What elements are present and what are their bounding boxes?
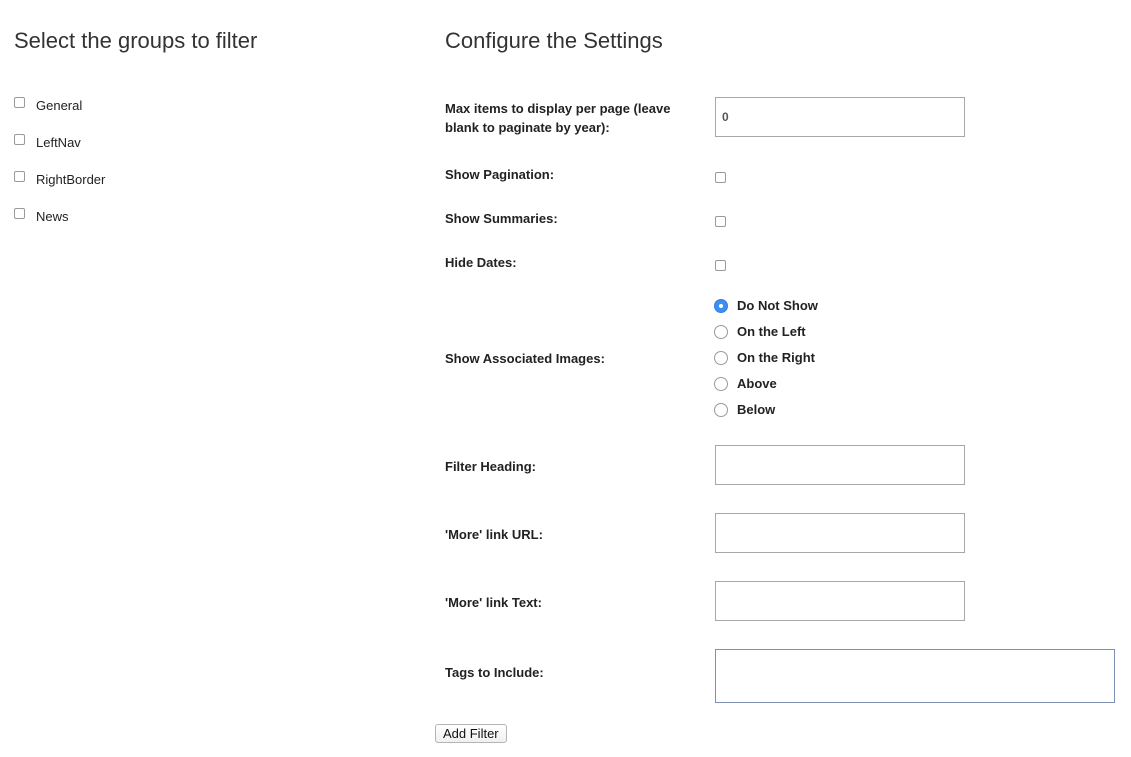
show-pagination-checkbox[interactable]: [715, 172, 726, 183]
group-checkbox-general[interactable]: [14, 97, 25, 108]
max-items-label: Max items to display per page (leave bla…: [445, 101, 671, 135]
more-link-url-input[interactable]: [715, 513, 965, 553]
group-checkbox-leftnav[interactable]: [14, 134, 25, 145]
group-label: News: [36, 209, 69, 224]
more-link-text-label: 'More' link Text:: [445, 595, 542, 610]
show-summaries-label: Show Summaries:: [445, 211, 558, 226]
radio-button[interactable]: [714, 351, 728, 365]
hide-dates-label: Hide Dates:: [445, 255, 517, 270]
groups-title: Select the groups to filter: [14, 28, 258, 53]
tags-to-include-label: Tags to Include:: [445, 665, 544, 680]
show-summaries-checkbox[interactable]: [715, 216, 726, 227]
filter-settings-page: Select the groups to filter General Left…: [0, 0, 1131, 757]
associated-images-label: Show Associated Images:: [445, 351, 605, 366]
more-link-text-input[interactable]: [715, 581, 965, 621]
radio-button[interactable]: [714, 377, 728, 391]
radio-button[interactable]: [714, 403, 728, 417]
show-pagination-label: Show Pagination:: [445, 167, 555, 182]
filter-heading-label: Filter Heading:: [445, 459, 537, 474]
group-label: LeftNav: [36, 135, 81, 150]
more-link-url-label: 'More' link URL:: [445, 527, 543, 542]
radio-button-selected[interactable]: [714, 299, 728, 313]
group-label: General: [36, 98, 83, 113]
radio-label: Below: [737, 402, 776, 417]
hide-dates-checkbox[interactable]: [715, 260, 726, 271]
radio-label: Above: [737, 376, 777, 391]
group-checkbox-news[interactable]: [14, 208, 25, 219]
settings-title: Configure the Settings: [445, 28, 663, 53]
group-label: RightBorder: [36, 172, 106, 187]
add-filter-button[interactable]: Add Filter: [435, 724, 507, 743]
radio-label: On the Left: [737, 324, 806, 339]
radio-label: On the Right: [737, 350, 815, 365]
radio-label: Do Not Show: [737, 298, 818, 313]
group-checkbox-rightborder[interactable]: [14, 171, 25, 182]
tags-to-include-textarea[interactable]: [715, 649, 1115, 703]
radio-button[interactable]: [714, 325, 728, 339]
filter-heading-input[interactable]: [715, 445, 965, 485]
max-items-input[interactable]: [715, 97, 965, 137]
